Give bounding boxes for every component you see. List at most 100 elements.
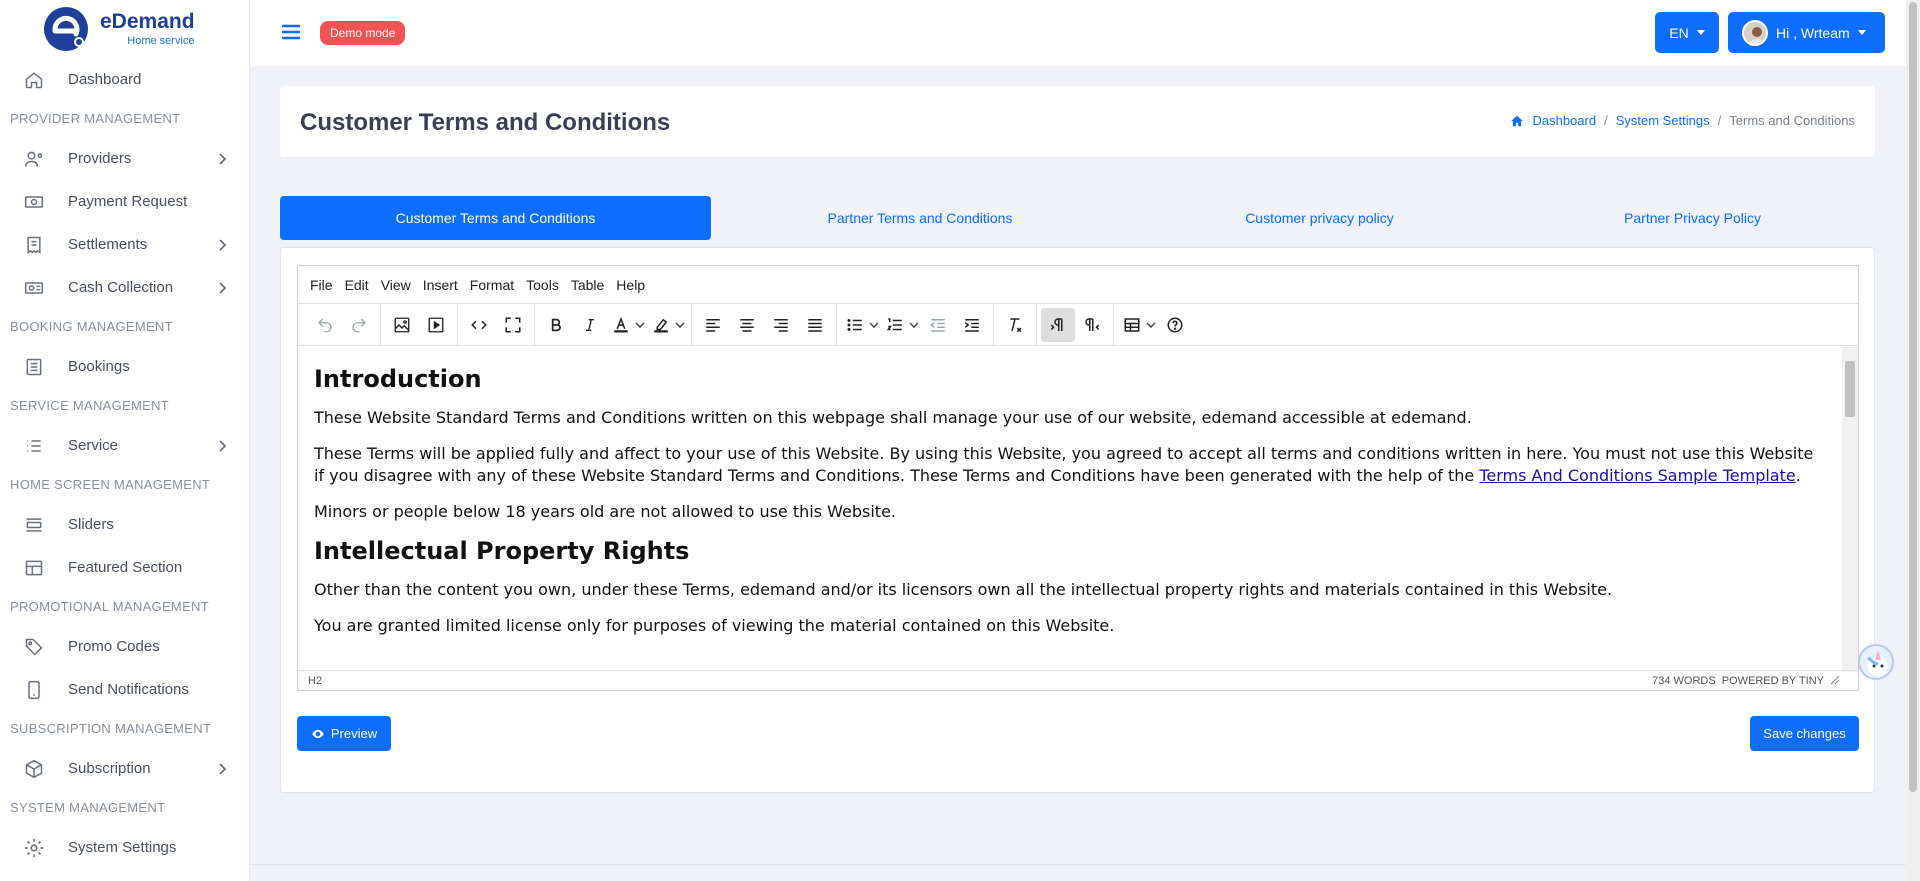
cash-icon bbox=[22, 276, 46, 300]
sidebar-item-send-notifications[interactable]: Send Notifications bbox=[0, 668, 249, 711]
sidebar-item-promo-codes[interactable]: Promo Codes bbox=[0, 625, 249, 668]
chevron-down-icon bbox=[869, 308, 881, 342]
chevron-right-icon bbox=[219, 281, 227, 294]
page-scrollbar-thumb[interactable] bbox=[1909, 2, 1917, 792]
word-count[interactable]: 734 WORDS bbox=[1652, 675, 1716, 687]
list-icon bbox=[22, 355, 46, 379]
sidebar-item-label: Send Notifications bbox=[68, 681, 189, 698]
chevron-down-icon bbox=[675, 308, 687, 342]
insert-image-icon[interactable] bbox=[385, 308, 419, 342]
tab-customer-terms[interactable]: Customer Terms and Conditions bbox=[280, 196, 711, 240]
brand[interactable]: eDemand Home service bbox=[0, 0, 249, 58]
menu-file[interactable]: File bbox=[304, 277, 339, 293]
sidebar-item-label: Featured Section bbox=[68, 559, 183, 576]
home-icon bbox=[1511, 115, 1524, 126]
save-changes-button[interactable]: Save changes bbox=[1750, 716, 1859, 751]
rich-text-editor: File Edit View Insert Format Tools Table… bbox=[297, 265, 1859, 691]
align-justify-icon[interactable] bbox=[798, 308, 832, 342]
bullet-list-split-button[interactable] bbox=[841, 308, 881, 342]
tab-partner-terms[interactable]: Partner Terms and Conditions bbox=[711, 196, 1129, 240]
toolbar-group-clear bbox=[994, 303, 1037, 346]
hamburger-menu-icon[interactable] bbox=[280, 20, 302, 44]
sidebar-item-settlements[interactable]: Settlements bbox=[0, 223, 249, 266]
sidebar-section-home-screen: HOME SCREEN MANAGEMENT bbox=[10, 477, 211, 492]
toolbar-group-media bbox=[381, 303, 458, 346]
sidebar-item-label: Sliders bbox=[68, 516, 114, 533]
language-dropdown-button[interactable]: EN bbox=[1655, 12, 1719, 53]
toolbar-group-code bbox=[458, 303, 535, 346]
numbered-list-split-button[interactable] bbox=[881, 308, 921, 342]
user-menu-button[interactable]: Hi , Wrteam bbox=[1728, 12, 1885, 53]
menu-edit[interactable]: Edit bbox=[339, 277, 375, 293]
highlighter-icon bbox=[647, 308, 675, 342]
menu-insert[interactable]: Insert bbox=[417, 277, 464, 293]
highlight-color-split-button[interactable] bbox=[647, 308, 687, 342]
sidebar-item-payment-request[interactable]: Payment Request bbox=[0, 180, 249, 223]
box-icon bbox=[22, 757, 46, 781]
outdent-icon[interactable] bbox=[921, 308, 955, 342]
editor-content-area[interactable]: Introduction These Website Standard Term… bbox=[298, 347, 1841, 672]
menu-format[interactable]: Format bbox=[464, 277, 520, 293]
sidebar-item-dashboard[interactable]: Dashboard bbox=[0, 58, 249, 101]
breadcrumb-system-settings-link[interactable]: System Settings bbox=[1616, 113, 1710, 128]
sidebar-item-sliders[interactable]: Sliders bbox=[0, 503, 249, 546]
menu-table[interactable]: Table bbox=[565, 277, 610, 293]
toolbar-group-lists bbox=[837, 303, 994, 346]
chat-assistant-icon[interactable] bbox=[1858, 644, 1894, 680]
sidebar-section-subscription: SUBSCRIPTION MANAGEMENT bbox=[10, 721, 212, 736]
terms-template-link[interactable]: Terms And Conditions Sample Template bbox=[1479, 466, 1795, 485]
sidebar-item-featured-section[interactable]: Featured Section bbox=[0, 546, 249, 589]
resize-handle-icon[interactable] bbox=[1830, 675, 1840, 685]
source-code-icon[interactable] bbox=[462, 308, 496, 342]
menu-view[interactable]: View bbox=[375, 277, 417, 293]
element-path[interactable]: H2 bbox=[308, 675, 322, 687]
content-paragraph: These Website Standard Terms and Conditi… bbox=[314, 408, 1472, 427]
page-scrollbar[interactable] bbox=[1906, 0, 1920, 881]
toolbar-group-history bbox=[304, 303, 381, 346]
indent-icon[interactable] bbox=[955, 308, 989, 342]
align-right-icon[interactable] bbox=[764, 308, 798, 342]
tab-partner-privacy[interactable]: Partner Privacy Policy bbox=[1510, 196, 1875, 240]
topbar: Demo mode EN Hi , Wrteam bbox=[250, 0, 1920, 66]
italic-icon[interactable] bbox=[573, 308, 607, 342]
table-split-button[interactable] bbox=[1118, 308, 1158, 342]
menu-help[interactable]: Help bbox=[610, 277, 651, 293]
preview-button[interactable]: Preview bbox=[297, 716, 391, 751]
insert-media-icon[interactable] bbox=[419, 308, 453, 342]
editor-scrollbar[interactable] bbox=[1842, 347, 1858, 672]
undo-icon[interactable] bbox=[308, 308, 342, 342]
align-left-icon[interactable] bbox=[696, 308, 730, 342]
slider-icon bbox=[22, 513, 46, 537]
sidebar-item-label: Promo Codes bbox=[68, 638, 160, 655]
align-center-icon[interactable] bbox=[730, 308, 764, 342]
content-heading-intellectual-property: Intellectual Property Rights bbox=[314, 537, 690, 565]
help-icon[interactable] bbox=[1158, 308, 1192, 342]
sidebar-item-service[interactable]: Service bbox=[0, 424, 249, 467]
bold-icon[interactable] bbox=[539, 308, 573, 342]
redo-icon[interactable] bbox=[342, 308, 376, 342]
rtl-direction-icon[interactable] bbox=[1075, 308, 1109, 342]
editor-scrollbar-thumb[interactable] bbox=[1845, 361, 1855, 417]
tab-customer-privacy[interactable]: Customer privacy policy bbox=[1129, 196, 1510, 240]
sidebar-item-providers[interactable]: Providers bbox=[0, 137, 249, 180]
edemand-logo-icon bbox=[44, 7, 88, 51]
caret-down-icon bbox=[1696, 30, 1705, 35]
sidebar-item-subscription[interactable]: Subscription bbox=[0, 747, 249, 790]
breadcrumb-dashboard-link[interactable]: Dashboard bbox=[1532, 113, 1596, 128]
sidebar-item-cash-collection[interactable]: Cash Collection bbox=[0, 266, 249, 309]
powered-by-tiny[interactable]: POWERED BY TINY bbox=[1722, 675, 1824, 687]
demo-mode-badge: Demo mode bbox=[320, 21, 406, 45]
toolbar-group-text-format bbox=[535, 303, 692, 346]
sidebar-item-system-settings[interactable]: System Settings bbox=[0, 826, 249, 869]
caret-down-icon bbox=[1857, 30, 1866, 35]
fullscreen-icon[interactable] bbox=[496, 308, 530, 342]
text-color-split-button[interactable] bbox=[607, 308, 647, 342]
menu-tools[interactable]: Tools bbox=[520, 277, 565, 293]
money-icon bbox=[22, 190, 46, 214]
sidebar-item-bookings[interactable]: Bookings bbox=[0, 345, 249, 388]
ltr-direction-icon[interactable] bbox=[1041, 307, 1075, 342]
clear-formatting-icon[interactable] bbox=[998, 308, 1032, 342]
home-icon bbox=[22, 68, 46, 92]
footer-divider bbox=[250, 864, 1906, 865]
receipt-icon bbox=[22, 233, 46, 257]
